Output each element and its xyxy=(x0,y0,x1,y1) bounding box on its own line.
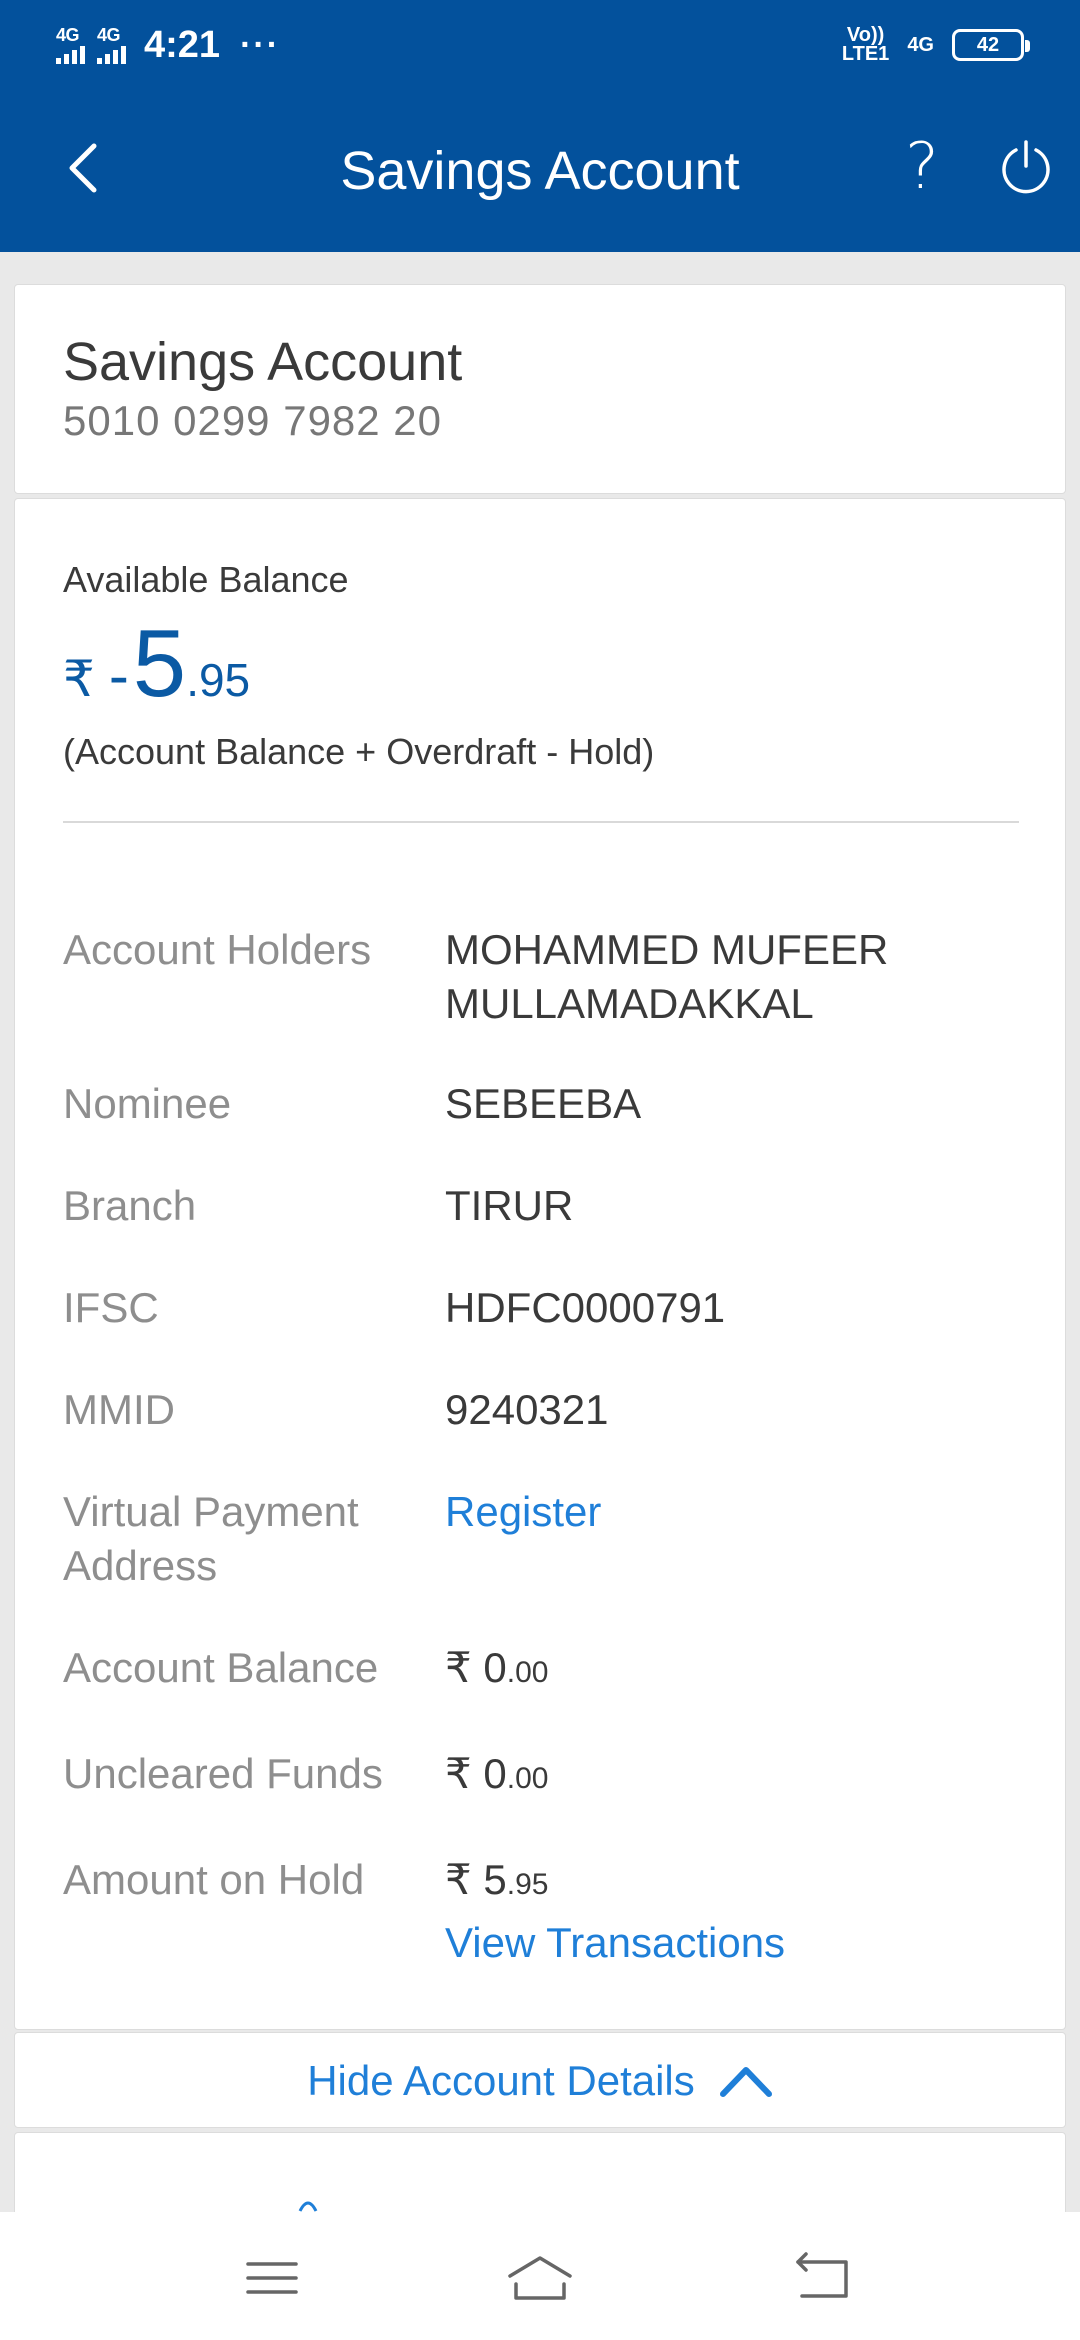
app-bar: Savings Account ? xyxy=(0,90,1080,252)
currency-symbol: ₹ xyxy=(445,1856,472,1903)
detail-label: Virtual Payment Address xyxy=(63,1485,403,1593)
detail-label: Account Balance xyxy=(63,1644,379,1691)
power-icon[interactable] xyxy=(998,138,1054,194)
detail-label: MMID xyxy=(63,1386,175,1433)
currency-symbol: ₹ xyxy=(63,651,95,707)
detail-value: 9240321 xyxy=(445,1386,609,1433)
signal-bars-icon xyxy=(97,44,126,64)
hide-details-label: Hide Account Details xyxy=(307,2057,695,2104)
hold-amount: ₹ 5.95 xyxy=(445,1853,1005,1912)
currency-symbol: ₹ xyxy=(445,1644,472,1691)
hide-account-details-button[interactable]: Hide Account Details xyxy=(15,2033,1065,2129)
detail-label: Nominee xyxy=(63,1080,232,1127)
vpa-label-line2: Address xyxy=(63,1542,218,1589)
volte-indicator: Vo)) LTE1 xyxy=(841,25,890,65)
detail-value: TIRUR xyxy=(445,1182,574,1229)
network-type-3: 4G xyxy=(907,33,934,56)
partial-icon xyxy=(298,2201,318,2212)
detail-value: MOHAMMED MUFEER MULLAMADAKKAL xyxy=(445,923,1005,1031)
signal-2: 4G xyxy=(97,26,126,64)
account-details-card: Available Balance ₹ - 5 .95 (Account Bal… xyxy=(14,498,1066,2030)
currency-symbol: ₹ xyxy=(445,1750,472,1797)
home-icon[interactable] xyxy=(506,2248,574,2308)
available-balance-amount: ₹ - 5 .95 xyxy=(63,609,250,719)
system-nav-bar xyxy=(0,2212,1080,2340)
back-icon[interactable] xyxy=(792,2248,852,2308)
volte-bottom: LTE1 xyxy=(841,43,890,65)
signal-1: 4G xyxy=(56,26,85,64)
balance-sign: - xyxy=(108,642,129,709)
status-left: 4G 4G 4:21 ··· xyxy=(56,24,280,67)
balance-integer: 5 xyxy=(132,610,187,717)
register-vpa-link[interactable]: Register xyxy=(445,1485,1005,1539)
amount-decimal: .00 xyxy=(506,1656,549,1689)
battery-icon: 42 xyxy=(952,29,1030,61)
help-icon[interactable]: ? xyxy=(905,130,939,204)
amount-integer: 0 xyxy=(483,1750,507,1797)
clock: 4:21 xyxy=(144,23,221,66)
amount-integer: 0 xyxy=(483,1644,507,1691)
detail-label: Amount on Hold xyxy=(63,1856,365,1903)
battery-level: 42 xyxy=(976,33,1000,56)
account-number: 5010 0299 7982 20 xyxy=(63,397,443,444)
detail-label: IFSC xyxy=(63,1284,159,1331)
view-transactions-link[interactable]: View Transactions xyxy=(445,1916,1005,1970)
detail-value: ₹ 0.00 xyxy=(445,1641,1005,1700)
detail-label: Uncleared Funds xyxy=(63,1750,383,1797)
menu-icon[interactable] xyxy=(242,2248,302,2308)
more-notifications-icon: ··· xyxy=(240,25,281,64)
status-bar: 4G 4G 4:21 ··· Vo)) LTE1 4G 42 xyxy=(0,0,1080,90)
holder-name-line2: MULLAMADAKKAL xyxy=(445,980,814,1027)
status-right: Vo)) LTE1 4G 42 xyxy=(841,25,1030,65)
divider xyxy=(63,821,1019,823)
amount-integer: 5 xyxy=(483,1856,507,1903)
chevron-up-icon xyxy=(719,2067,772,2097)
detail-value: HDFC0000791 xyxy=(445,1284,726,1331)
detail-row-amount-on-hold: Amount on Hold ₹ 5.95 View Transactions xyxy=(63,1853,1023,1973)
detail-value: SEBEEBA xyxy=(445,1080,642,1127)
holder-name-line1: MOHAMMED MUFEER xyxy=(445,926,889,973)
detail-value: ₹ 0.00 xyxy=(445,1747,1005,1806)
amount-decimal: .95 xyxy=(506,1868,549,1901)
vpa-label-line1: Virtual Payment xyxy=(63,1488,359,1535)
network-type-2: 4G xyxy=(97,25,121,45)
signal-bars-icon xyxy=(56,44,85,64)
detail-value: ₹ 5.95 View Transactions xyxy=(445,1853,1005,1970)
balance-formula: (Account Balance + Overdraft - Hold) xyxy=(63,731,655,772)
account-name: Savings Account xyxy=(63,332,463,392)
detail-label: Account Holders xyxy=(63,926,372,973)
detail-row-account-holders: Account Holders MOHAMMED MUFEER MULLAMAD… xyxy=(63,923,1023,1033)
account-header-card: Savings Account 5010 0299 7982 20 xyxy=(14,284,1066,494)
detail-label: Branch xyxy=(63,1182,197,1229)
available-balance-label: Available Balance xyxy=(63,559,349,600)
balance-decimal: .95 xyxy=(186,654,251,706)
amount-decimal: .00 xyxy=(506,1762,549,1795)
network-type-1: 4G xyxy=(56,25,80,45)
hide-details-card: Hide Account Details xyxy=(14,2032,1066,2128)
detail-row-vpa: Virtual Payment Address Register xyxy=(63,1485,1023,1595)
